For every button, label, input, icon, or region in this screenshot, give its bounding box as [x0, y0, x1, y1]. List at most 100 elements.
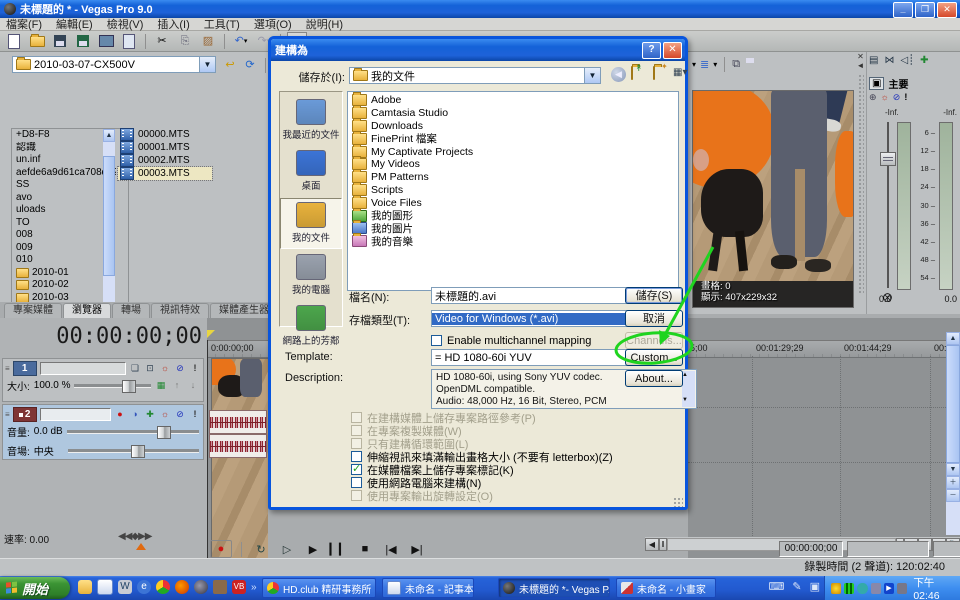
selection-length-box[interactable] — [933, 541, 960, 557]
dialog-folder-item[interactable]: 我的音樂 — [348, 235, 678, 248]
properties-icon[interactable] — [96, 32, 116, 51]
file-item[interactable]: 00002.MTS — [118, 154, 212, 167]
master-mute-icon[interactable]: ⊘ — [893, 92, 901, 103]
ql-word-icon[interactable]: W — [118, 580, 132, 594]
master-bus-icon[interactable]: ▣ — [869, 77, 884, 90]
restore-button[interactable]: ❒ — [915, 2, 935, 18]
solo-icon[interactable]: ! — [189, 364, 201, 373]
dim-output-icon[interactable]: ◁┊ — [900, 55, 914, 66]
selection-end-box[interactable] — [847, 541, 929, 557]
audio-track-header[interactable]: ≡ 2 ● ◑ ✚ ☼ ⊘ ! 音量: 0.0 dB 音場: 中央 — [2, 404, 204, 460]
new-folder-dialog-icon[interactable]: ✦ — [653, 67, 655, 79]
dialog-titlebar[interactable]: 建構為 ? ✕ — [271, 39, 685, 61]
trimmer-icon[interactable] — [119, 32, 139, 51]
menu-item[interactable]: 選項(O) — [254, 16, 292, 32]
track1-name-field[interactable] — [40, 362, 126, 375]
play-button[interactable]: ▶ — [303, 541, 323, 557]
place-item[interactable]: 我最近的文件 — [280, 96, 342, 145]
file-item[interactable]: 00001.MTS — [118, 141, 212, 154]
custom-button[interactable]: Custom... — [625, 349, 683, 366]
master-solo-icon[interactable]: ! — [904, 92, 907, 103]
menu-item[interactable]: 插入(I) — [157, 16, 189, 32]
dialog-folder-item[interactable]: PM Patterns — [348, 171, 678, 184]
timeline-ruler-left[interactable]: 0:00:00;00 — [207, 340, 268, 358]
track1-level-slider[interactable] — [74, 384, 151, 388]
mute-icon[interactable]: ⊘ — [174, 364, 186, 373]
master-fx-icon[interactable]: ☼ — [881, 92, 889, 103]
taskbar-window-hdclub[interactable]: HD.club 精研事務所 ... — [262, 578, 376, 598]
insert-fx-icon[interactable]: ✚ — [144, 410, 156, 419]
ql-folder-icon[interactable] — [78, 580, 92, 594]
tree-item[interactable]: 009 — [12, 242, 116, 255]
language-band[interactable]: ⌨✎▣ — [768, 580, 820, 593]
tree-item[interactable]: uloads — [12, 204, 116, 217]
track-fx2-icon[interactable]: ☼ — [159, 410, 171, 419]
new-project-icon[interactable] — [4, 32, 24, 51]
tray-player-icon[interactable]: ▶ — [884, 583, 894, 594]
tree-item[interactable]: aefde6a9d61ca708dd27 — [12, 167, 116, 180]
tray-volume-icon[interactable] — [897, 583, 907, 594]
menu-item[interactable]: 說明(H) — [306, 16, 343, 32]
taskbar-window-vegas[interactable]: 未標題的 *- Vegas P... — [498, 578, 610, 598]
tray-alert-icon[interactable] — [831, 583, 841, 594]
ql-firefox-icon[interactable] — [175, 580, 189, 594]
ql-ie-icon[interactable]: e — [137, 580, 151, 594]
dialog-folder-item[interactable]: Adobe — [348, 94, 678, 107]
tree-item[interactable]: 008 — [12, 229, 116, 242]
stop-button[interactable]: ■ — [355, 541, 375, 557]
ql-overflow-icon[interactable]: » — [251, 582, 257, 593]
track-fx-icon[interactable]: ☼ — [159, 364, 171, 373]
track-motion-icon[interactable]: ⊡ — [144, 364, 156, 373]
audio-event-waveform-2[interactable] — [209, 434, 267, 458]
multichannel-checkbox[interactable]: Enable multichannel mapping — [431, 334, 591, 347]
copy-frame-icon[interactable]: ⧉ — [732, 58, 740, 71]
save-in-combo[interactable]: 我的文件 ▼ — [349, 67, 601, 84]
paste-icon[interactable]: ▨ — [198, 32, 218, 51]
insert-bus-icon[interactable]: ▤ — [869, 55, 878, 66]
dock-tab[interactable]: 瀏覽器 — [63, 303, 111, 318]
dock-tab[interactable]: 視訊特效 — [151, 303, 209, 318]
menu-item[interactable]: 工具(T) — [204, 16, 240, 32]
ql-notepad-icon[interactable] — [97, 579, 113, 595]
ql-vb-icon[interactable]: VB — [232, 580, 246, 594]
audio-event-waveform-1[interactable] — [209, 410, 267, 434]
cut-icon[interactable]: ✂ — [152, 32, 172, 51]
record-button[interactable]: ● — [210, 540, 232, 558]
dialog-folder-item[interactable]: My Captivate Projects — [348, 145, 678, 158]
view-menu-icon[interactable]: ▦▾ — [673, 67, 687, 78]
track-up-icon[interactable]: ↑ — [171, 381, 183, 390]
description-scrollbar[interactable]: ▲ ▼ — [682, 371, 695, 407]
video-track-header[interactable]: ≡ 1 ❏ ⊡ ☼ ⊘ ! 大小: 100.0 % ▦ ↑ ↓ — [2, 358, 204, 402]
tree-item[interactable]: 2010-02 — [12, 279, 116, 292]
open-icon[interactable] — [27, 32, 47, 51]
dialog-folder-item[interactable]: My Videos — [348, 158, 678, 171]
tree-item[interactable]: 認識 — [12, 142, 116, 155]
render-icon[interactable] — [73, 32, 93, 51]
solo2-icon[interactable]: ! — [189, 410, 201, 419]
track-down-icon[interactable]: ↓ — [187, 381, 199, 390]
compositing-mode-icon[interactable]: ❏ — [129, 364, 141, 373]
preview-quality-dropdown-icon[interactable]: ▾ — [713, 60, 717, 69]
record-arm-icon[interactable]: ● — [114, 410, 126, 419]
close-button[interactable]: ✕ — [937, 2, 957, 18]
place-item[interactable]: 網路上的芳鄰 — [280, 302, 342, 351]
dock-tab[interactable]: 轉場 — [112, 303, 150, 318]
play-from-start-button[interactable]: ▷ — [277, 541, 297, 557]
explorer-back-icon[interactable]: ↩ — [220, 56, 240, 75]
dialog-folder-item[interactable]: Camtasia Studio — [348, 107, 678, 120]
undo-icon[interactable]: ↶▾ — [231, 32, 251, 51]
mute2-icon[interactable]: ⊘ — [174, 410, 186, 419]
render-option-checkbox[interactable]: 使用專案輸出旋轉設定(O) — [351, 489, 613, 502]
tree-item[interactable]: un.inf — [12, 154, 116, 167]
dialog-help-icon[interactable]: ? — [642, 42, 661, 59]
save-icon[interactable] — [50, 32, 70, 51]
tree-item[interactable]: avo — [12, 192, 116, 205]
back-nav-icon[interactable]: ◀ — [611, 67, 626, 82]
start-button[interactable]: 開始 — [0, 577, 70, 599]
ql-chrome-icon[interactable] — [156, 580, 170, 594]
menu-item[interactable]: 檔案(F) — [6, 16, 42, 32]
dialog-close-icon[interactable]: ✕ — [663, 42, 682, 59]
tree-item[interactable]: 010 — [12, 254, 116, 267]
place-item[interactable]: 我的文件 — [280, 198, 342, 249]
downmix-icon[interactable]: ⋈ — [884, 55, 894, 66]
